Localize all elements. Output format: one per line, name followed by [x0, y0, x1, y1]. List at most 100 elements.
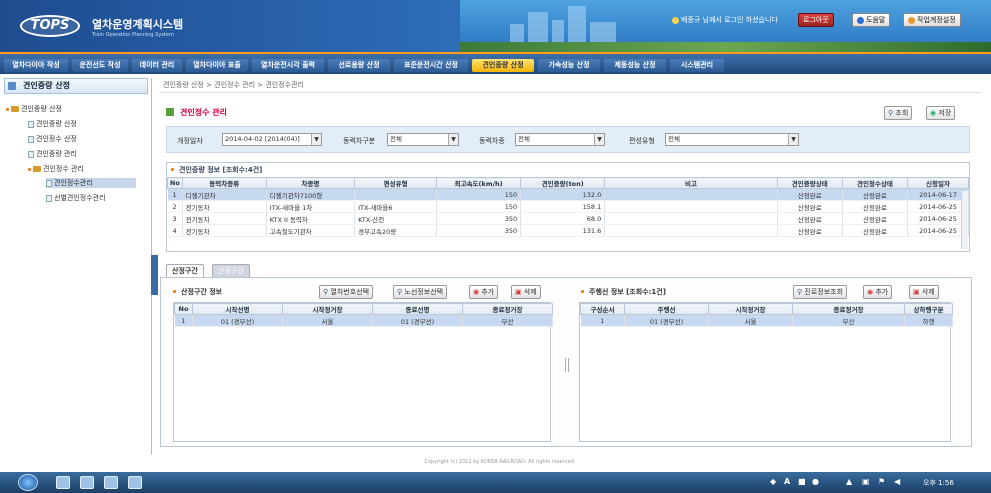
- flag-icon[interactable]: ⚑: [878, 476, 887, 487]
- sidebar-collapse-handle[interactable]: [151, 255, 158, 295]
- column-header[interactable]: 최고속도(km/h): [436, 177, 522, 189]
- save-button[interactable]: ◉ 저장: [926, 106, 956, 120]
- sidebar-item[interactable]: 견인중량 관리: [28, 149, 77, 159]
- date-select[interactable]: 2014-04-02 [2014(04)] ▼: [222, 133, 322, 146]
- menu-item[interactable]: 시스템관리: [670, 59, 724, 72]
- chevron-down-icon: ▼: [448, 134, 458, 145]
- menu-item[interactable]: 가속성능 산정: [538, 59, 600, 72]
- column-header[interactable]: 시작정거장: [708, 303, 793, 315]
- tab-segment[interactable]: 산정구간: [166, 264, 204, 278]
- column-header[interactable]: 차종명: [265, 177, 356, 189]
- table-cell: 1: [174, 314, 193, 327]
- table-cell: 01 (경부선): [372, 314, 463, 327]
- table-cell: [604, 212, 778, 225]
- menu-item[interactable]: 열차다이아 작성: [4, 59, 68, 72]
- sidebar-item[interactable]: 선별견인정수관리: [46, 193, 106, 203]
- delete-button[interactable]: ▣ 삭제: [511, 285, 541, 299]
- start-button[interactable]: [18, 474, 38, 491]
- table-row[interactable]: 1 디젤기관차 디젤기관차7100형 150 132.0 산정완료 산정완료 2014-06-…: [167, 188, 969, 201]
- settings-button[interactable]: 작업계정설정: [903, 13, 961, 27]
- train-number-select-button[interactable]: ⚲ 열차번호선택: [319, 285, 374, 299]
- traction-weight-panel: 견인중량 정보 [조회수:4건] No 동력차종류 차종명 편성유형 최고속도(…: [166, 162, 970, 252]
- sidebar-item[interactable]: 견인중량 산정: [6, 104, 62, 114]
- table-cell: 전기동차: [182, 212, 267, 225]
- sidebar-header[interactable]: 견인중량 산정: [4, 78, 148, 94]
- table-row[interactable]: 1 01 (경부선) 서울 01 (경부선) 부산: [174, 314, 553, 327]
- table-cell: 68.0: [520, 212, 606, 225]
- menu-item[interactable]: 열차운전시각 출력: [252, 59, 324, 72]
- route-info-select-button[interactable]: ⚲ 노선정보선택: [393, 285, 448, 299]
- network-icon[interactable]: ▣: [862, 476, 871, 487]
- splitter-handle[interactable]: [565, 358, 569, 372]
- table-row[interactable]: 2 전기동차 ITX-새마을 1차 ITX-새마을6 150 158.1 산정완료 산정완료 2…: [167, 200, 969, 213]
- button-label: 삭제: [921, 288, 935, 296]
- table-cell: 산정완료: [842, 188, 909, 201]
- bullet-icon: [171, 168, 174, 171]
- column-header[interactable]: 신청일자: [907, 177, 969, 189]
- ime-indicator[interactable]: A: [784, 476, 793, 487]
- button-label: 열차번호선택: [330, 288, 370, 296]
- column-header[interactable]: 주행선: [624, 303, 709, 315]
- track-table-panel: 구성순서 주행선 시작정거장 종료정거장 상하행구분 1 01 (경부선) 서울…: [579, 302, 953, 442]
- column-header[interactable]: 동력차종류: [181, 177, 267, 189]
- table-scrollbar[interactable]: [961, 191, 968, 249]
- copyright-footer: Copyright (c) 2012 by KOREA RAILROAD. Al…: [424, 459, 576, 465]
- column-header[interactable]: 구성순서: [580, 303, 625, 315]
- column-header[interactable]: 견인중량(ton): [520, 177, 606, 189]
- taskbar-clock[interactable]: 오후 1:56: [923, 478, 954, 488]
- column-header[interactable]: 종료정거장: [462, 303, 553, 315]
- column-header[interactable]: 견인정수상태: [841, 177, 909, 189]
- sidebar-item-selected[interactable]: 견인정수관리: [46, 178, 136, 188]
- table-cell: 산정완료: [777, 200, 843, 213]
- column-header[interactable]: 견인중량상태: [776, 177, 843, 189]
- table-row[interactable]: 4 전기동차 고속철도기관차 경부고속20량 350 131.6 산정완료 산정완료 2014-…: [167, 224, 969, 237]
- table-row[interactable]: 1 01 (경부선) 서울 부산 하행: [580, 314, 953, 327]
- column-header[interactable]: No: [174, 303, 193, 315]
- menu-item[interactable]: 표준운전시간 산정: [394, 59, 468, 72]
- column-header[interactable]: No: [167, 177, 183, 189]
- media-icon[interactable]: [104, 476, 118, 489]
- column-header[interactable]: 종료정거장: [792, 303, 905, 315]
- tray-icon[interactable]: ■: [798, 476, 807, 487]
- formation-type-select[interactable]: 전체 ▼: [665, 133, 799, 146]
- column-header[interactable]: 종료선명: [372, 303, 463, 315]
- tab-segment-alt[interactable]: 산정구간: [212, 264, 250, 278]
- menu-item[interactable]: 열차다이아 표출: [186, 59, 248, 72]
- sidebar-item[interactable]: 견인정수 관리: [28, 164, 84, 174]
- column-header[interactable]: 시작정거장: [282, 303, 373, 315]
- tray-icon[interactable]: ▲: [846, 476, 855, 487]
- tray-icon[interactable]: ◆: [770, 476, 779, 487]
- column-header[interactable]: 시작선명: [192, 303, 283, 315]
- add-button[interactable]: ◉ 추가: [863, 285, 893, 299]
- route-info-search-button[interactable]: ⚲ 진로정보조회: [793, 285, 848, 299]
- sidebar-item[interactable]: 견인중량 산정: [28, 119, 77, 129]
- sidebar-item-label: 견인정수 관리: [43, 165, 84, 173]
- tops-logo[interactable]: TOPS: [20, 15, 80, 37]
- menu-item[interactable]: 제동성능 산정: [604, 59, 666, 72]
- menu-item[interactable]: 선로용량 산정: [328, 59, 390, 72]
- gear-icon: [908, 16, 915, 24]
- menu-item[interactable]: 운전선도 작성: [72, 59, 128, 72]
- bullet-icon: [581, 290, 584, 293]
- table-row[interactable]: 3 전기동차 KTX II 동력차 KTX-산천 350 68.0 산정완료 산정완료 2014…: [167, 212, 969, 225]
- help-icon: [857, 16, 864, 24]
- vehicle-type-label: 동력차종: [479, 137, 505, 145]
- column-header[interactable]: 편성유형: [354, 177, 438, 189]
- add-button[interactable]: ◉ 추가: [469, 285, 499, 299]
- vehicle-type-select[interactable]: 전체 ▼: [515, 133, 605, 146]
- help-button[interactable]: 도움말: [852, 13, 891, 27]
- column-header[interactable]: 비고: [604, 177, 778, 189]
- app-icon[interactable]: [128, 476, 142, 489]
- delete-button[interactable]: ▣ 삭제: [909, 285, 939, 299]
- logout-button[interactable]: 로그아웃: [798, 13, 834, 27]
- explorer-icon[interactable]: [56, 476, 70, 489]
- menu-item[interactable]: 데이터 관리: [132, 59, 182, 72]
- vehicle-class-select[interactable]: 전체 ▼: [387, 133, 459, 146]
- browser-icon[interactable]: [80, 476, 94, 489]
- menu-item-active[interactable]: 견인중량 산정: [472, 59, 534, 72]
- column-header[interactable]: 상하행구분: [904, 303, 953, 315]
- tray-icon[interactable]: ●: [812, 476, 821, 487]
- search-button[interactable]: ⚲ 조회: [884, 106, 913, 120]
- sidebar-item[interactable]: 견인정수 산정: [28, 134, 77, 144]
- volume-icon[interactable]: ◀: [894, 476, 903, 487]
